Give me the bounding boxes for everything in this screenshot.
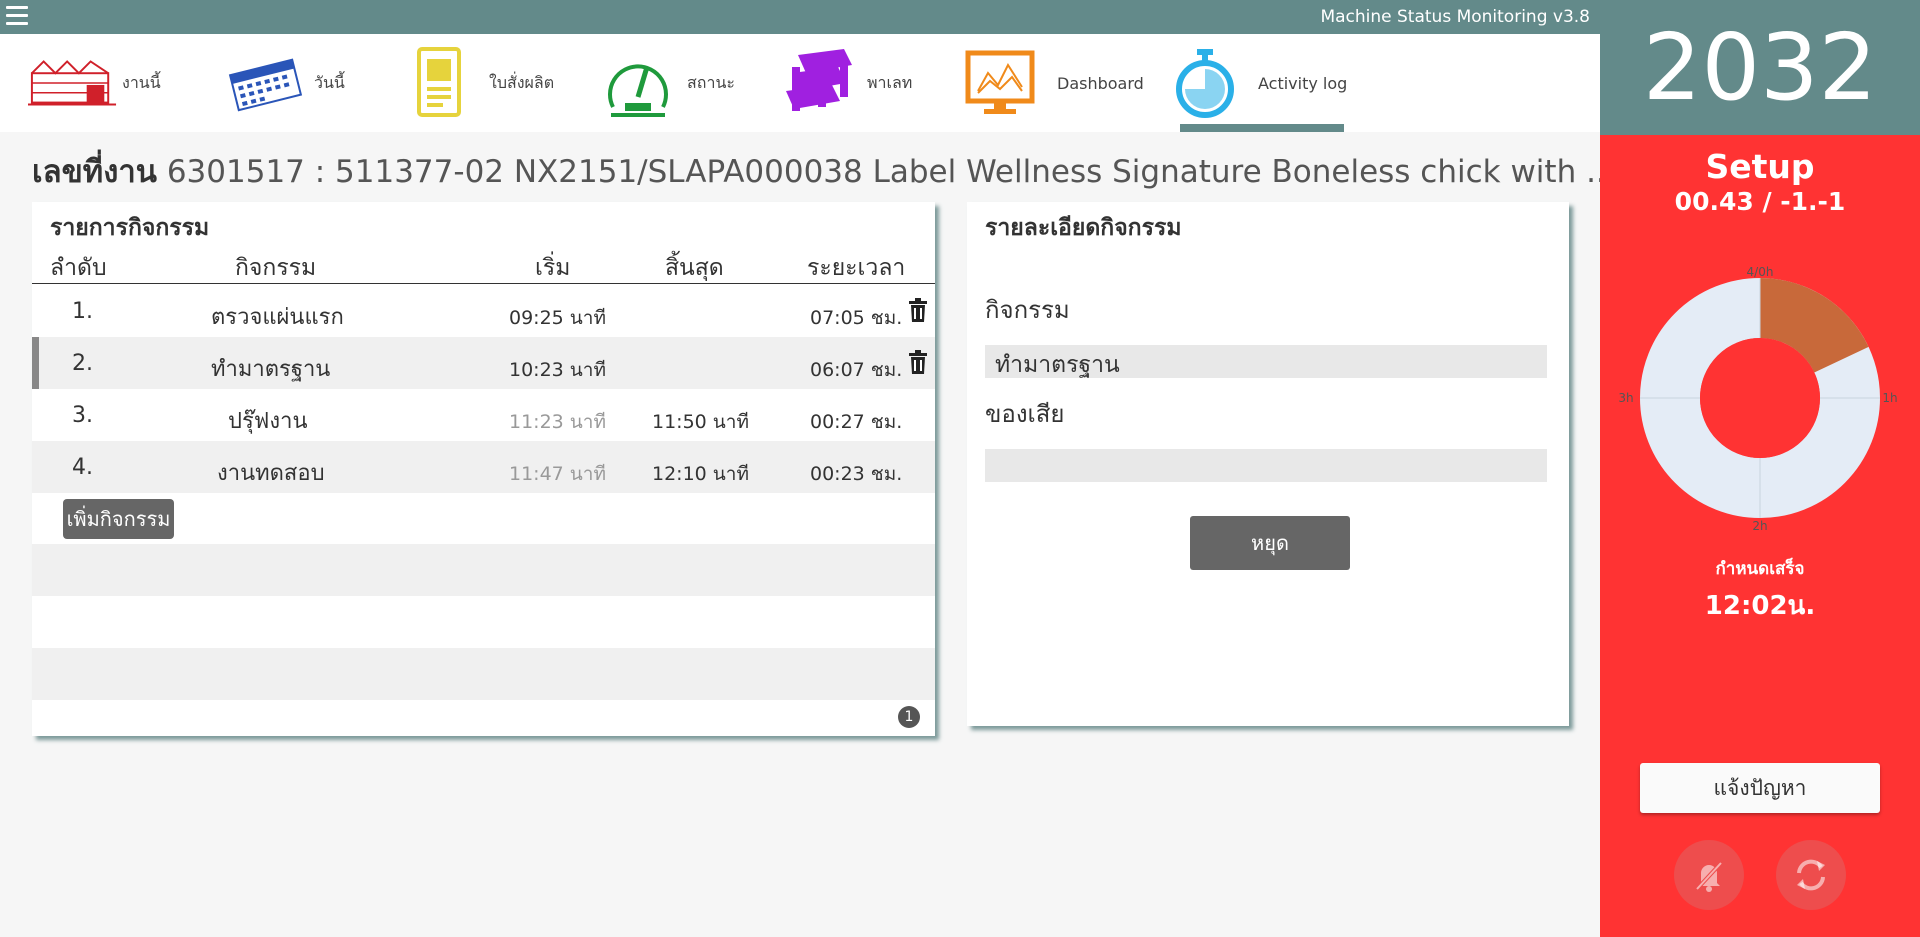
- nav-label: พาเลท: [867, 72, 913, 92]
- cell-duration: 00:23 ชม.: [810, 463, 903, 485]
- document-icon: [395, 43, 485, 123]
- job-title: เลขที่งาน 6301517 : 511377-02 NX2151/SLA…: [32, 146, 1616, 196]
- top-bar: Machine Status Monitoring v3.8: [0, 0, 1600, 34]
- nav-bar: งานนี้ วันนี้ ใบสั่งผลิต สถานะ พาเลท Das…: [0, 34, 1600, 132]
- cell-start: 10:23 นาที: [509, 359, 606, 381]
- col-no: ลำดับ: [50, 255, 107, 281]
- waste-field[interactable]: [985, 449, 1547, 482]
- page-badge[interactable]: 1: [898, 706, 920, 728]
- donut-hole: [1700, 338, 1820, 458]
- cell-duration: 07:05 ชม.: [810, 307, 903, 329]
- status-sidebar: Setup 00.43 / -1.-1 4/0h 1h 2h 3h กำหนดเ…: [1600, 135, 1920, 937]
- cell-end: 11:50 นาที: [652, 411, 749, 433]
- trash-icon[interactable]: [908, 350, 928, 374]
- cell-end: 12:10 นาที: [652, 463, 749, 485]
- report-problem-button[interactable]: แจ้งปัญหา: [1640, 763, 1880, 813]
- nav-item-status[interactable]: สถานะ: [593, 34, 735, 132]
- due-time: 12:02น.: [1704, 591, 1816, 621]
- cell-duration: 06:07 ชม.: [810, 359, 903, 381]
- cell-start: 11:23 นาที: [509, 411, 606, 433]
- nav-label: Dashboard: [1057, 73, 1144, 93]
- mute-button[interactable]: [1674, 840, 1744, 910]
- due-label: กำหนดเสร็จ: [1715, 559, 1805, 579]
- status-title: Setup: [1705, 147, 1815, 186]
- nav-item-pallet[interactable]: พาเลท: [773, 34, 912, 132]
- cell-activity: ปรุ๊ฟงาน: [228, 409, 308, 434]
- menu-icon[interactable]: [6, 6, 28, 26]
- col-start: เริ่ม: [535, 255, 571, 281]
- nav-item-today[interactable]: วันนี้: [220, 34, 345, 132]
- status-detail: 00.43 / -1.-1: [1674, 187, 1846, 216]
- col-activity: กิจกรรม: [235, 255, 317, 281]
- cell-activity: ตรวจแผ่นแรก: [211, 305, 344, 330]
- nav-label: Activity log: [1258, 73, 1348, 93]
- activity-list-heading: รายการกิจกรรม: [50, 215, 210, 241]
- cell-no: 3.: [72, 403, 93, 428]
- activity-field[interactable]: ทำมาตรฐาน: [985, 345, 1547, 378]
- table-header: ลำดับ กิจกรรม เริ่ม สิ้นสุด ระยะเวลา: [32, 246, 935, 284]
- refresh-button[interactable]: [1776, 840, 1846, 910]
- empty-row: [32, 544, 935, 596]
- table-row[interactable]: 1. ตรวจแผ่นแรก 09:25 นาที 07:05 ชม.: [32, 285, 935, 337]
- add-activity-button[interactable]: เพิ่มกิจกรรม: [63, 499, 174, 539]
- nav-item-activity-log[interactable]: Activity log: [1160, 34, 1347, 132]
- counter-display: 2032: [1600, 0, 1920, 135]
- job-text: 6301517 : 511377-02 NX2151/SLAPA000038 L…: [166, 154, 1616, 190]
- table-row[interactable]: 3. ปรุ๊ฟงาน 11:23 นาที 11:50 นาที 00:27 …: [32, 389, 935, 441]
- nav-label: สถานะ: [687, 72, 735, 92]
- clock-label-left: 3h: [1618, 391, 1633, 405]
- nav-label: วันนี้: [314, 72, 345, 92]
- factory-icon: [28, 43, 118, 123]
- table-row-selected[interactable]: 2. ทำมาตรฐาน 10:23 นาที 06:07 ชม.: [32, 337, 935, 389]
- clock-label-top: 4/0h: [1747, 265, 1774, 279]
- cell-start: 11:47 นาที: [509, 463, 606, 485]
- col-duration: ระยะเวลา: [807, 255, 906, 281]
- chart-icon: [955, 43, 1045, 123]
- nav-item-production-order[interactable]: ใบสั่งผลิต: [395, 34, 554, 132]
- app-title: Machine Status Monitoring v3.8: [1320, 7, 1590, 27]
- trash-icon[interactable]: [908, 298, 928, 322]
- active-tab-indicator: [1180, 124, 1344, 132]
- nav-label: ใบสั่งผลิต: [489, 72, 555, 92]
- table-row[interactable]: 4. งานทดสอบ 11:47 นาที 12:10 นาที 00:23 …: [32, 441, 935, 493]
- pallet-icon: [773, 43, 863, 123]
- time-donut: 4/0h 1h 2h 3h: [1618, 265, 1897, 533]
- job-prefix: เลขที่งาน: [32, 154, 157, 190]
- empty-row: [32, 596, 935, 648]
- cell-no: 1.: [72, 299, 93, 324]
- col-end: สิ้นสุด: [665, 255, 724, 281]
- stop-button[interactable]: หยุด: [1190, 516, 1350, 570]
- activity-field-label: กิจกรรม: [985, 296, 1070, 324]
- waste-field-label: ของเสีย: [985, 400, 1065, 428]
- nav-label: งานนี้: [122, 72, 161, 92]
- refresh-icon: [1797, 859, 1825, 891]
- gauge-icon: [593, 43, 683, 123]
- calendar-icon: [220, 43, 310, 123]
- cell-no: 4.: [72, 455, 93, 480]
- empty-row: [32, 648, 935, 700]
- stopwatch-icon: [1160, 43, 1250, 123]
- clock-label-bottom: 2h: [1752, 519, 1767, 533]
- nav-item-dashboard[interactable]: Dashboard: [955, 34, 1144, 132]
- activity-list-panel: รายการกิจกรรม ลำดับ กิจกรรม เริ่ม สิ้นสุ…: [32, 202, 935, 736]
- cell-activity: งานทดสอบ: [217, 461, 325, 486]
- activity-detail-heading: รายละเอียดกิจกรรม: [985, 215, 1182, 241]
- activity-detail-panel: รายละเอียดกิจกรรม กิจกรรม ทำมาตรฐาน ของเ…: [967, 202, 1569, 726]
- bell-off-icon: [1695, 861, 1723, 892]
- cell-activity: ทำมาตรฐาน: [211, 357, 331, 382]
- clock-label-right: 1h: [1882, 391, 1897, 405]
- cell-start: 09:25 นาที: [509, 307, 606, 329]
- cell-no: 2.: [72, 351, 93, 376]
- nav-item-this-job[interactable]: งานนี้: [28, 34, 161, 132]
- cell-duration: 00:27 ชม.: [810, 411, 903, 433]
